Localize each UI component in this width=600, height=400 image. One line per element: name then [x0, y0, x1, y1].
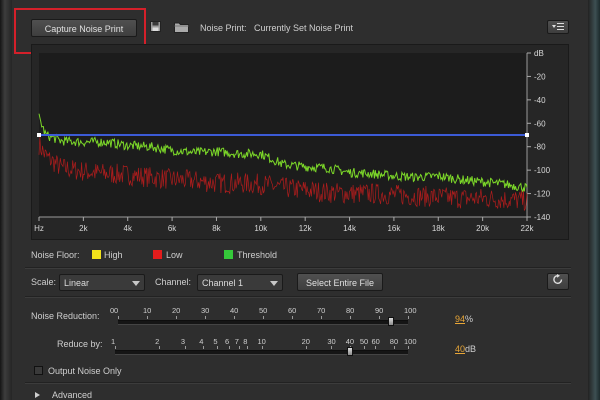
reduce-by-value[interactable]: 40 [455, 344, 465, 354]
expand-arrow-icon[interactable] [35, 392, 40, 398]
noise-print-label: Noise Print: [200, 23, 247, 33]
noise-reduction-readout[interactable]: 94% [455, 314, 473, 324]
scale-select[interactable]: Linear [59, 274, 145, 291]
x-tick-label: 22k [521, 224, 535, 233]
curve-handle-left [37, 133, 41, 137]
noise-reduction-track[interactable] [118, 320, 408, 325]
window-edge-left [0, 0, 12, 400]
reduce-by-readout[interactable]: 40dB [455, 344, 476, 354]
divider [25, 382, 571, 384]
output-noise-checkbox[interactable] [34, 366, 43, 375]
curve-handle-right [525, 133, 529, 137]
x-tick-label: 18k [432, 224, 446, 233]
y-tick-label: -120 [534, 190, 551, 199]
reduce-by-label: Reduce by: [57, 339, 103, 349]
y-tick-label: -80 [534, 143, 546, 152]
x-tick-label: 16k [387, 224, 401, 233]
legend-label-low: Low [166, 250, 183, 260]
x-tick-label: 10k [254, 224, 268, 233]
y-tick-label: -140 [534, 213, 551, 222]
channel-select[interactable]: Channel 1 [197, 274, 283, 291]
panel-menu-icon[interactable] [547, 20, 569, 34]
noise-floor-label: Noise Floor: [31, 250, 80, 260]
x-tick-label: 6k [168, 224, 177, 233]
y-tick-label: dB [534, 49, 544, 58]
noise-reduction-thumb[interactable] [387, 317, 394, 326]
legend-swatch-threshold [224, 250, 233, 259]
y-tick-label: -40 [534, 96, 546, 105]
legend-label-threshold: Threshold [237, 250, 278, 260]
divider [25, 267, 571, 269]
noise-floor-chart: dB -20 -40 -60 -80 -100 -120 -140 Hz 2k 4k 6k 8k 10k 1… [34, 49, 551, 233]
save-icon[interactable] [150, 21, 161, 32]
noise-reduction-unit: % [465, 314, 474, 324]
reduce-by-unit: dB [465, 344, 477, 354]
noise-print-value: Currently Set Noise Print [254, 23, 354, 33]
scale-value: Linear [64, 278, 90, 288]
chevron-down-icon [270, 281, 278, 286]
x-tick-label: 12k [299, 224, 313, 233]
legend-swatch-low [153, 250, 162, 259]
reset-icon[interactable] [547, 273, 569, 290]
folder-icon[interactable] [174, 21, 189, 33]
chevron-down-icon [132, 281, 140, 286]
scale-label: Scale: [31, 277, 57, 287]
output-noise-label: Output Noise Only [48, 366, 122, 376]
y-tick-label: -20 [534, 72, 546, 81]
advanced-toggle[interactable]: Advanced [52, 390, 92, 400]
legend-label-high: High [104, 250, 123, 260]
channel-value: Channel 1 [202, 278, 244, 288]
x-tick-label: Hz [34, 224, 44, 233]
channel-label: Channel: [155, 277, 192, 287]
divider [25, 296, 571, 298]
noise-reduction-value[interactable]: 94 [455, 314, 465, 324]
x-tick-label: 14k [343, 224, 357, 233]
noise-print-graph[interactable]: dB -20 -40 -60 -80 -100 -120 -140 Hz 2k 4k 6k 8k 10k 1… [31, 44, 569, 240]
x-tick-label: 8k [212, 224, 221, 233]
y-tick-label: -100 [534, 166, 551, 175]
reduce-by-track[interactable] [115, 350, 408, 355]
window-edge-right [588, 0, 600, 400]
x-tick-label: 20k [476, 224, 490, 233]
x-tick-label: 2k [79, 224, 88, 233]
x-tick-label: 4k [124, 224, 133, 233]
select-entire-file-button[interactable]: Select Entire File [297, 273, 383, 291]
y-tick-label: -60 [534, 119, 546, 128]
legend-swatch-high [92, 250, 101, 259]
noise-reduction-label: Noise Reduction: [31, 311, 100, 321]
reduce-by-thumb[interactable] [346, 347, 353, 356]
